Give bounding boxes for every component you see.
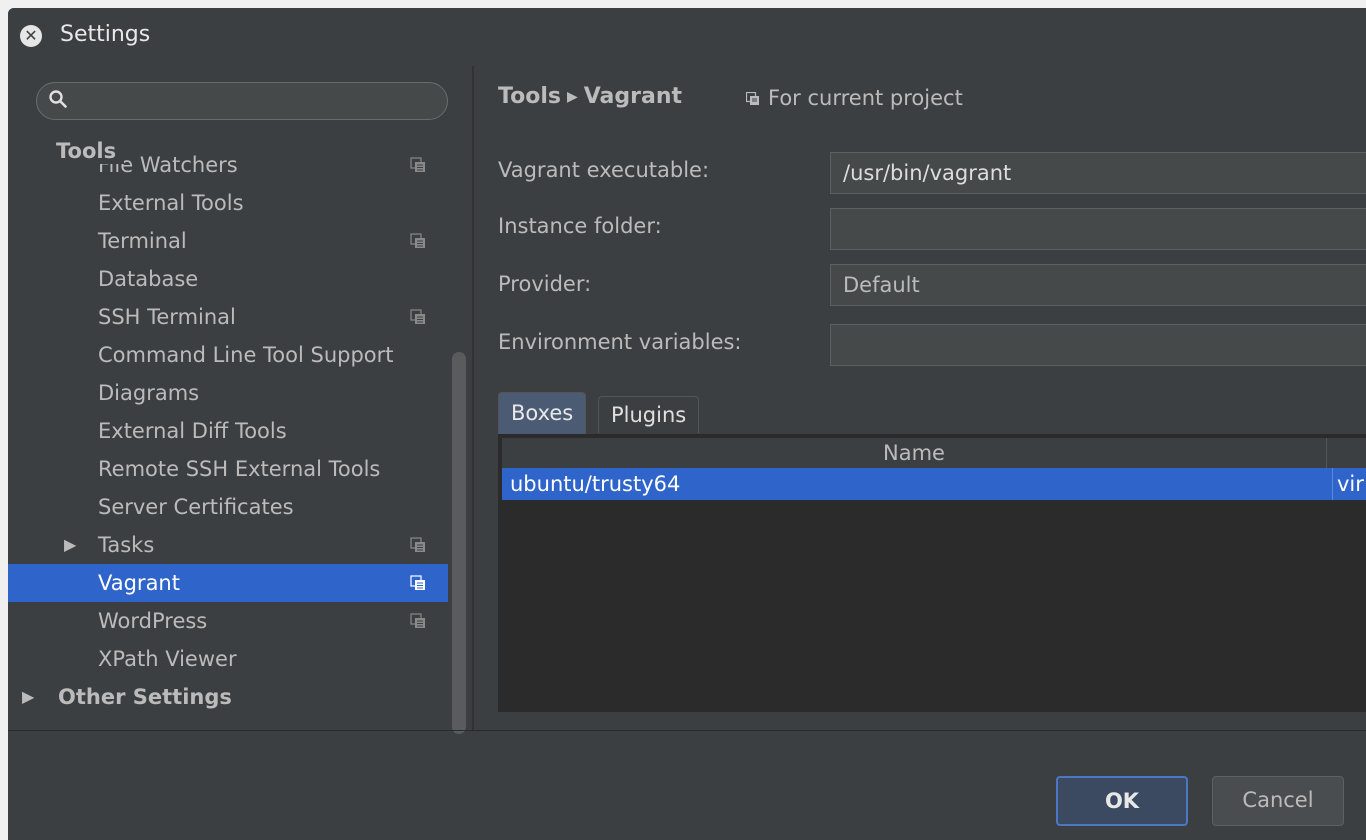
tree-item-label: Server Certificates [98,495,294,519]
settings-tree: Tools File Watchers External Tools Termina… [8,138,448,730]
tree-item-external-diff-tools[interactable]: External Diff Tools [8,412,448,450]
close-icon[interactable]: ✕ [20,25,42,47]
footer-divider [8,730,1366,731]
breadcrumb-current: Vagrant [583,84,683,109]
project-level-icon [410,537,425,552]
tree-item-label: Terminal [98,229,187,253]
tree-item-label: Command Line Tool Support [98,343,394,367]
instance-folder-field[interactable] [830,208,1366,250]
tree-item-remote-ssh-external-tools[interactable]: Remote SSH External Tools [8,450,448,488]
tree-item-label: Diagrams [98,381,200,405]
project-level-icon [410,613,425,628]
tree-item-ssh-terminal[interactable]: SSH Terminal [8,298,448,336]
search-box[interactable] [36,82,448,120]
tree-item-label: Tasks [98,533,155,557]
search-icon [49,90,67,108]
scope-label: For current project [768,86,963,110]
expand-arrow-icon[interactable]: ▶ [22,678,34,716]
tree-item-label: Remote SSH External Tools [98,457,381,481]
environment-variables-label: Environment variables: [498,330,742,354]
column-name-header[interactable]: Name [502,438,1327,468]
cancel-button[interactable]: Cancel [1212,776,1344,826]
breadcrumb: Tools ▶ Vagrant [498,84,682,109]
tree-item-tasks[interactable]: ▶ Tasks [8,526,448,564]
table-header: Name [502,438,1366,469]
tree-item-label: Vagrant [98,571,180,595]
tree-section-tools[interactable]: Tools [56,138,125,164]
table-empty-area [502,500,1366,708]
tab-plugins[interactable]: Plugins [598,396,700,433]
pane-splitter[interactable] [472,66,474,730]
window-title: Settings [60,22,151,47]
settings-dialog: ✕ Settings Tools File Watchers External T… [8,8,1366,840]
project-level-icon [410,575,425,590]
project-level-icon [410,233,425,248]
tree-item-label: XPath Viewer [98,647,237,671]
tree-item-label: WordPress [98,609,208,633]
tab-boxes[interactable]: Boxes [498,392,587,435]
tree-item-command-line-tool-support[interactable]: Command Line Tool Support [8,336,448,374]
title-bar: ✕ Settings [8,8,1366,62]
tree-item-database[interactable]: Database [8,260,448,298]
vagrant-executable-field[interactable]: /usr/bin/vagrant [830,152,1366,194]
scope-indicator: For current project [746,86,963,110]
breadcrumb-parent: Tools [498,84,561,109]
box-provider-cell: vir [1332,468,1366,500]
tree-item-wordpress[interactable]: WordPress [8,602,448,640]
tree-group-label: Other Settings [58,685,232,709]
tree-item-label: External Diff Tools [98,419,287,443]
tree-item-external-tools[interactable]: External Tools [8,184,448,222]
project-level-icon [410,157,425,172]
provider-select[interactable]: Default [830,264,1366,306]
provider-label: Provider: [498,272,592,296]
tree-list: File Watchers External Tools Terminal Datab… [8,153,448,716]
tree-item-server-certificates[interactable]: Server Certificates [8,488,448,526]
tree-item-xpath-viewer[interactable]: XPath Viewer [8,640,448,678]
tree-item-label: External Tools [98,191,244,215]
expand-arrow-icon[interactable]: ▶ [64,526,76,564]
project-scope-icon [746,92,759,105]
tree-item-label: SSH Terminal [98,305,236,329]
tree-item-terminal[interactable]: Terminal [8,222,448,260]
tree-item-label: Database [98,267,199,291]
instance-folder-label: Instance folder: [498,214,662,238]
project-level-icon [410,309,425,324]
tree-group-other-settings[interactable]: ▶ Other Settings [8,678,448,716]
tree-item-vagrant[interactable]: Vagrant [8,564,448,602]
tree-scrollbar[interactable] [452,352,466,734]
table-row[interactable]: ubuntu/trusty64 vir [502,468,1366,500]
settings-tree-pane: Tools File Watchers External Tools Termina… [8,66,472,734]
search-input[interactable] [79,87,443,117]
breadcrumb-separator-icon: ▶ [566,89,578,105]
box-name-cell: ubuntu/trusty64 [510,472,681,496]
boxes-table: Name ubuntu/trusty64 vir [498,434,1366,712]
ok-button[interactable]: OK [1056,776,1188,826]
vagrant-executable-label: Vagrant executable: [498,158,710,182]
tree-item-diagrams[interactable]: Diagrams [8,374,448,412]
environment-variables-field[interactable] [830,324,1366,366]
